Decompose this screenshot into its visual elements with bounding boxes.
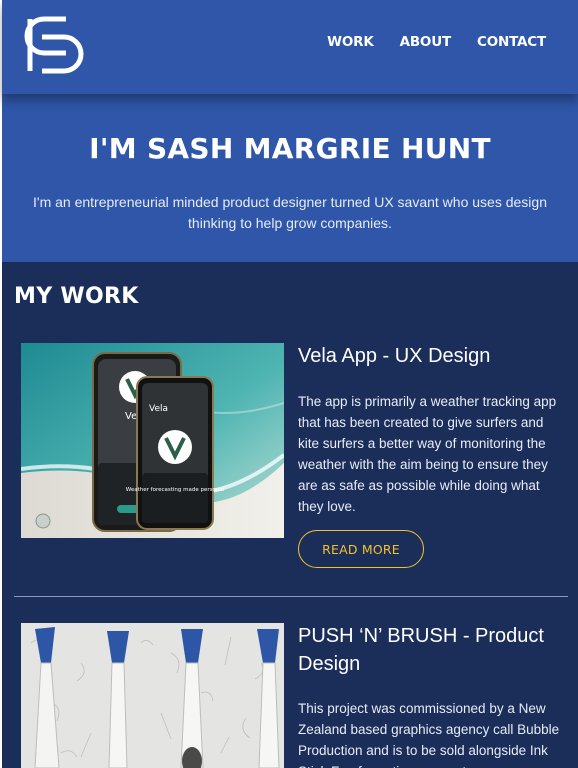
vela-project-image[interactable]: Vel Vela Weather forecasting made person… <box>21 343 284 538</box>
nav-about-link[interactable]: ABOUT <box>400 34 452 50</box>
nav-contact-link[interactable]: CONTACT <box>477 34 546 50</box>
push-n-brush-project-image[interactable] <box>21 623 284 768</box>
vela-phones-illustration: Vel Vela Weather forecasting made person… <box>21 343 284 538</box>
site-logo-icon[interactable] <box>22 14 86 76</box>
hero-section: I'M SASH MARGRIE HUNT I'm an entrepreneu… <box>2 94 578 262</box>
vela-read-more-button[interactable]: READ MORE <box>298 530 424 568</box>
main-nav: WORK ABOUT CONTACT <box>327 34 546 50</box>
site-header: WORK ABOUT CONTACT <box>2 0 578 94</box>
toothbrush-products-illustration <box>21 623 284 768</box>
project-divider <box>14 596 568 597</box>
vela-project-title[interactable]: Vela App - UX Design <box>298 342 568 370</box>
vela-project-description: The app is primarily a weather tracking … <box>298 394 557 514</box>
hero-tagline: I'm an entrepreneurial minded product de… <box>33 194 547 231</box>
hero-title: I'M SASH MARGRIE HUNT <box>89 132 491 165</box>
vela-screen-title: Vela <box>149 404 168 414</box>
push-n-brush-project-description: This project was commissioned by a New Z… <box>298 701 560 768</box>
nav-work-link[interactable]: WORK <box>327 34 374 50</box>
push-n-brush-project-title[interactable]: PUSH ‘N’ BRUSH - Product Design <box>298 622 568 678</box>
my-work-heading: MY WORK <box>14 284 139 309</box>
vela-screen-caption: Weather forecasting made personal <box>126 487 225 493</box>
